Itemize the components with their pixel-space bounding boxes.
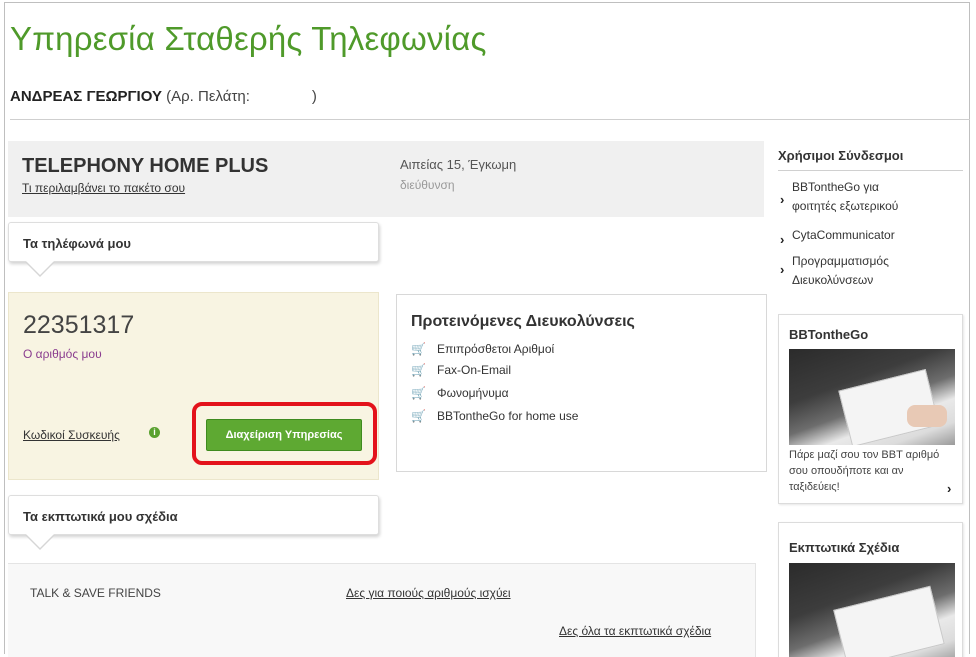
feature-item[interactable]: 🛒 Επιπρόσθετοι Αριθμοί xyxy=(411,342,554,356)
shopping-cart-icon: 🛒 xyxy=(411,342,426,356)
package-address-label: διεύθυνση xyxy=(400,178,455,192)
promo-bbtonthego[interactable]: BBTontheGo Πάρε μαζί σου τον BBT αριθμό … xyxy=(778,314,963,504)
plan-name: TALK & SAVE FRIENDS xyxy=(30,586,161,600)
phone-number: 22351317 xyxy=(23,311,135,339)
customer-name: ΑΝΔΡΕΑΣ ΓΕΩΡΓΙΟΥ xyxy=(10,88,162,105)
feature-item[interactable]: 🛒 BBTontheGo for home use xyxy=(411,409,578,423)
package-address: Αιπείας 15, Έγκωμη xyxy=(400,157,517,172)
shopping-cart-icon: 🛒 xyxy=(411,363,426,377)
sidebar-link-feature-programming[interactable]: Προγραμματισμός Διευκολύνσεων xyxy=(792,252,889,290)
promo-discount-plans[interactable]: Εκπτωτικά Σχέδια xyxy=(778,522,963,657)
discount-plans-panel: TALK & SAVE FRIENDS Δες για ποιούς αριθμ… xyxy=(8,563,756,657)
feature-item[interactable]: 🛒 Fax-On-Email xyxy=(411,363,511,377)
customer-number-close: ) xyxy=(311,88,317,105)
shopping-cart-icon: 🛒 xyxy=(411,409,426,423)
useful-links-title: Χρήσιμοι Σύνδεσμοι xyxy=(778,148,904,163)
chevron-right-icon: › xyxy=(780,192,785,207)
highlight-annotation xyxy=(192,402,377,465)
package-name: TELEPHONY HOME PLUS xyxy=(22,155,269,177)
header-divider xyxy=(10,119,970,120)
promo-discount-plans-image xyxy=(789,563,955,657)
tab-discount-plans-label: Τα εκπτωτικά μου σχέδια xyxy=(23,509,178,524)
tab-pointer xyxy=(26,534,54,548)
device-codes-link[interactable]: Κωδικοί Συσκευής xyxy=(23,428,120,442)
plan-numbers-link[interactable]: Δες για ποιούς αριθμούς ισχύει xyxy=(346,586,511,600)
promo-bbtonthego-title: BBTontheGo xyxy=(789,327,869,342)
package-header: TELEPHONY HOME PLUS Τι περιλαμβάνει το π… xyxy=(8,141,764,217)
promo-discount-plans-title: Εκπτωτικά Σχέδια xyxy=(789,540,900,555)
promo-bbtonthego-image xyxy=(789,349,955,445)
chevron-right-icon: › xyxy=(780,262,785,277)
page-title: Υπηρεσία Σταθερής Τηλεφωνίας xyxy=(10,20,487,57)
customer-info: ΑΝΔΡΕΑΣ ΓΕΩΡΓΙΟΥ (Αρ. Πελάτη:) xyxy=(10,88,317,105)
chevron-right-icon: › xyxy=(780,232,785,247)
feature-item[interactable]: 🛒 Φωνομήνυμα xyxy=(411,386,509,400)
tab-my-phones[interactable]: Τα τηλέφωνά μου xyxy=(8,222,379,262)
tab-pointer xyxy=(26,261,54,275)
sidebar-link-cytacommunicator[interactable]: CytaCommunicator xyxy=(792,226,895,245)
shopping-cart-icon: 🛒 xyxy=(411,386,426,400)
suggested-features-panel: Προτεινόμενες Διευκολύνσεις 🛒 Επιπρόσθετο… xyxy=(396,294,767,472)
chevron-right-icon[interactable]: › xyxy=(947,481,951,496)
promo-bbtonthego-text: Πάρε μαζί σου τον BBT αριθμό σου οπουδήπ… xyxy=(789,449,940,493)
customer-number-label: (Αρ. Πελάτη: xyxy=(166,88,250,105)
useful-links-divider xyxy=(778,170,963,171)
info-icon[interactable]: i xyxy=(149,427,160,438)
tab-discount-plans[interactable]: Τα εκπτωτικά μου σχέδια xyxy=(8,495,379,535)
sidebar-link-bbtonthego-students[interactable]: BBTontheGo για φοιτητές εξωτερικού xyxy=(792,178,898,216)
suggested-features-title: Προτεινόμενες Διευκολύνσεις xyxy=(411,313,635,330)
tab-my-phones-label: Τα τηλέφωνά μου xyxy=(23,236,131,251)
all-plans-link[interactable]: Δες όλα τα εκπτωτικά σχέδια xyxy=(559,624,711,638)
package-includes-link[interactable]: Τι περιλαμβάνει το πακέτο σου xyxy=(22,181,185,195)
phone-number-label: Ο αριθμός μου xyxy=(23,347,102,361)
